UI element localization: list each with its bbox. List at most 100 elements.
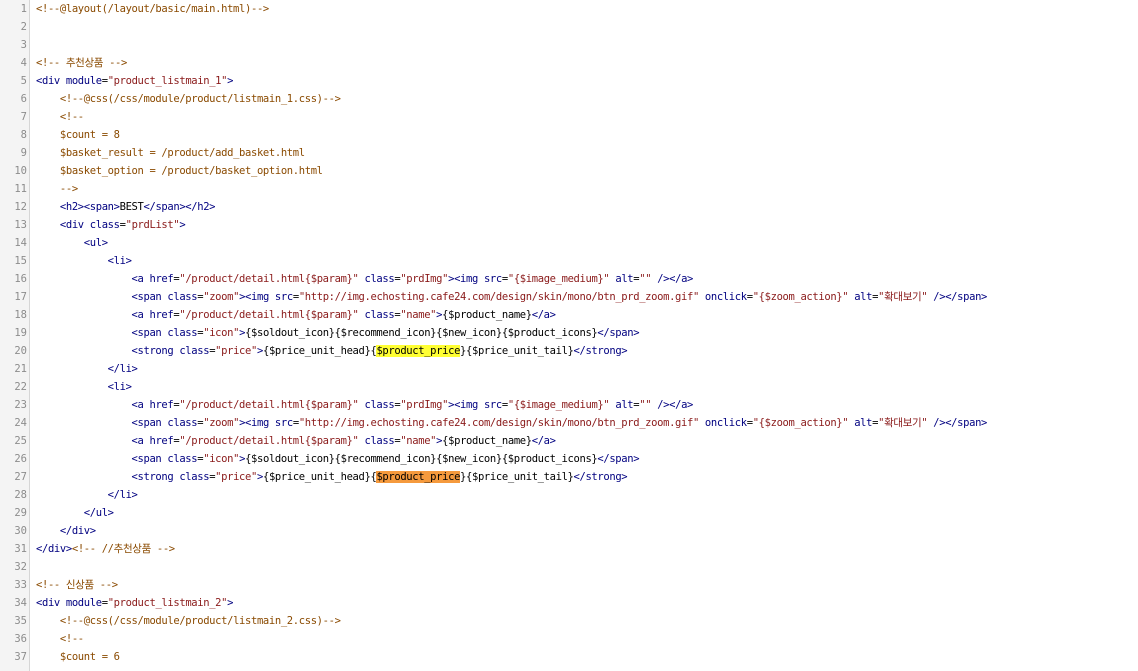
highlighted-token: $product_price <box>376 471 461 483</box>
code-line[interactable]: 31 </div><!-- //추천상품 --> <box>0 540 1138 558</box>
code-line[interactable]: 14 <ul> <box>0 234 1138 252</box>
line-number: 25 <box>14 435 27 447</box>
line-number: 1 <box>20 3 27 15</box>
code-line[interactable]: 9 $basket_result = /product/add_basket.h… <box>0 144 1138 162</box>
code-line[interactable]: 33 <!-- 신상품 --> <box>0 576 1138 594</box>
code-line[interactable]: 25 <a href="/product/detail.html{$param}… <box>0 432 1138 450</box>
code-token: "{$image_medium}" <box>507 273 610 285</box>
code-token: $count = 8 <box>59 129 120 141</box>
code-area[interactable]: 1 <!--@layout(/layout/basic/main.html)-->… <box>0 0 1138 666</box>
code-token: class <box>358 309 395 321</box>
code-token: "price" <box>215 471 257 483</box>
code-token: </div> <box>59 525 96 537</box>
code-token: "prdList" <box>125 219 180 231</box>
code-text: <span class="icon">{$soldout_icon}{$reco… <box>36 450 640 468</box>
code-token: "icon" <box>203 453 240 465</box>
code-token: <!--@css(/css/module/product/listmain_2.… <box>59 615 341 627</box>
code-line[interactable]: 21 </li> <box>0 360 1138 378</box>
code-token: $basket_result = /product/add_basket.htm… <box>59 147 305 159</box>
code-line[interactable]: 16 <a href="/product/detail.html{$param}… <box>0 270 1138 288</box>
code-token: src <box>274 417 293 429</box>
line-number: 35 <box>14 615 27 627</box>
code-line[interactable]: 11 --> <box>0 180 1138 198</box>
code-line[interactable]: 19 <span class="icon">{$soldout_icon}{$r… <box>0 324 1138 342</box>
line-number: 6 <box>20 93 27 105</box>
code-token: onclick <box>698 291 747 303</box>
code-token: <a <box>131 399 150 411</box>
code-line[interactable]: 27 <strong class="price">{$price_unit_he… <box>0 468 1138 486</box>
code-token: /></span> <box>927 417 988 429</box>
code-text: <a href="/product/detail.html{$param}" c… <box>36 270 694 288</box>
code-token: src <box>483 399 502 411</box>
code-line[interactable]: 4 <!-- 추천상품 --> <box>0 54 1138 72</box>
code-line[interactable]: 30 </div> <box>0 522 1138 540</box>
code-line[interactable]: 26 <span class="icon">{$soldout_icon}{$r… <box>0 450 1138 468</box>
code-line[interactable]: 5 <div module="product_listmain_1"> <box>0 72 1138 90</box>
code-token: <a <box>131 309 150 321</box>
code-line[interactable]: 29 </ul> <box>0 504 1138 522</box>
code-token: <li> <box>107 381 132 393</box>
code-line[interactable]: 28 </li> <box>0 486 1138 504</box>
code-line[interactable]: 1 <!--@layout(/layout/basic/main.html)--> <box>0 0 1138 18</box>
code-token: "icon" <box>203 327 240 339</box>
code-token: "확대보기" <box>878 417 928 429</box>
line-number: 21 <box>14 363 27 375</box>
code-line[interactable]: 13 <div class="prdList"> <box>0 216 1138 234</box>
code-line[interactable]: 12 <h2><span>BEST</span></h2> <box>0 198 1138 216</box>
code-token: "http://img.echosting.cafe24.com/design/… <box>298 417 699 429</box>
code-token: BEST <box>119 201 144 213</box>
code-line[interactable]: 18 <a href="/product/detail.html{$param}… <box>0 306 1138 324</box>
code-line[interactable]: 6 <!--@css(/css/module/product/listmain_… <box>0 90 1138 108</box>
code-token: class <box>358 273 395 285</box>
code-token: "/product/detail.html{$param}" <box>179 309 359 321</box>
code-text: <li> <box>36 378 132 396</box>
code-token: ><img <box>448 273 484 285</box>
code-line[interactable]: 35 <!--@css(/css/module/product/listmain… <box>0 612 1138 630</box>
code-token: </li> <box>107 363 138 375</box>
code-token: <!-- <box>59 111 84 123</box>
code-token: </strong> <box>573 471 628 483</box>
code-editor[interactable]: 1 <!--@layout(/layout/basic/main.html)-->… <box>0 0 1138 671</box>
code-text: <span class="icon">{$soldout_icon}{$reco… <box>36 324 640 342</box>
code-line[interactable]: 2 <box>0 18 1138 36</box>
line-number: 9 <box>20 147 27 159</box>
code-line[interactable]: 17 <span class="zoom"><img src="http://i… <box>0 288 1138 306</box>
code-line[interactable]: 37 $count = 6 <box>0 648 1138 666</box>
code-line[interactable]: 22 <li> <box>0 378 1138 396</box>
code-text: $count = 6 <box>36 648 120 666</box>
code-token: </span> <box>597 327 640 339</box>
code-line[interactable]: 3 <box>0 36 1138 54</box>
code-line[interactable]: 10 $basket_option = /product/basket_opti… <box>0 162 1138 180</box>
code-line[interactable]: 32 <box>0 558 1138 576</box>
code-line[interactable]: 34 <div module="product_listmain_2"> <box>0 594 1138 612</box>
code-line[interactable]: 23 <a href="/product/detail.html{$param}… <box>0 396 1138 414</box>
line-number: 36 <box>14 633 27 645</box>
code-token: onclick <box>698 417 747 429</box>
line-number: 31 <box>14 543 27 555</box>
code-token: "prdImg" <box>400 273 449 285</box>
line-number: 20 <box>14 345 27 357</box>
code-line[interactable]: 15 <li> <box>0 252 1138 270</box>
code-token: <h2><span> <box>59 201 120 213</box>
code-token: </ul> <box>83 507 114 519</box>
code-line[interactable]: 8 $count = 8 <box>0 126 1138 144</box>
code-line[interactable]: 20 <strong class="price">{$price_unit_he… <box>0 342 1138 360</box>
code-token: class <box>167 291 198 303</box>
code-token: </div> <box>36 543 72 555</box>
code-line[interactable]: 36 <!-- <box>0 630 1138 648</box>
code-text: <div class="prdList"> <box>36 216 186 234</box>
code-text: <strong class="price">{$price_unit_head}… <box>36 342 628 360</box>
code-token: "{$zoom_action}" <box>752 417 849 429</box>
code-line[interactable]: 7 <!-- <box>0 108 1138 126</box>
code-line[interactable]: 24 <span class="zoom"><img src="http://i… <box>0 414 1138 432</box>
code-token: href <box>149 435 174 447</box>
code-text: <span class="zoom"><img src="http://img.… <box>36 288 988 306</box>
